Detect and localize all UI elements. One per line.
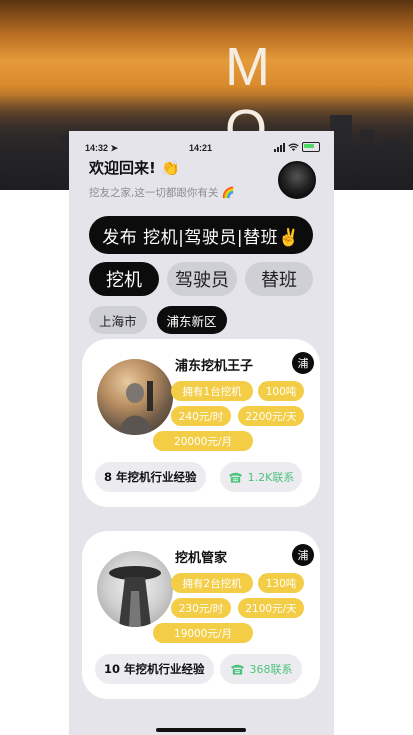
tag-monthly-rate: 20000元/月 (153, 431, 253, 451)
wifi-icon (288, 143, 299, 151)
home-indicator (156, 728, 246, 732)
tab-substitute[interactable]: 替班 (245, 262, 313, 296)
tag-tonnage: 130吨 (258, 573, 304, 593)
tag-daily-rate: 2200元/天 (238, 406, 304, 426)
operator-photo (97, 359, 173, 435)
phone-screen: 14:32 ➤ 14:21 欢迎回来! 👏 挖友之家,这一切都跟你有关 🌈 发布… (69, 131, 334, 735)
tag-hourly-rate: 240元/时 (171, 406, 231, 426)
location-tabs: 上海市 浦东新区 (89, 306, 227, 334)
contact-count: 368联系 (249, 663, 293, 676)
tab-excavator[interactable]: 挖机 (89, 262, 159, 296)
operator-card[interactable]: 挖机管家 浦 拥有2台挖机 130吨 230元/时 2100元/天 19000元… (82, 531, 320, 699)
location-city[interactable]: 上海市 (89, 306, 147, 334)
battery-icon (302, 142, 320, 152)
tag-hourly-rate: 230元/时 (171, 598, 231, 618)
experience-badge: 10 年挖机行业经验 (95, 654, 214, 684)
tag-machines: 拥有1台挖机 (171, 381, 253, 401)
status-time-center: 14:21 (189, 143, 213, 153)
status-time-left: 14:32 (85, 143, 109, 153)
contact-button[interactable]: 368联系 (220, 654, 302, 684)
operator-card[interactable]: 浦东挖机王子 浦 拥有1台挖机 100吨 240元/时 2200元/天 2000… (82, 339, 320, 507)
status-bar: 14:32 ➤ 14:21 (69, 141, 334, 157)
tag-machines: 拥有2台挖机 (171, 573, 253, 593)
tag-monthly-rate: 19000元/月 (153, 623, 253, 643)
region-badge: 浦 (292, 352, 314, 374)
experience-badge: 8 年挖机行业经验 (95, 462, 206, 492)
publish-button[interactable]: 发布 挖机|驾驶员|替班✌️ (89, 216, 313, 254)
tag-tonnage: 100吨 (258, 381, 304, 401)
contact-button[interactable]: 1.2K联系 (220, 462, 302, 492)
operator-photo (97, 551, 173, 627)
contact-count: 1.2K联系 (247, 471, 295, 484)
location-arrow-icon: ➤ (110, 143, 119, 153)
category-tabs: 挖机 驾驶员 替班 (89, 262, 313, 296)
phone-icon (228, 472, 242, 483)
region-badge: 浦 (292, 544, 314, 566)
location-district[interactable]: 浦东新区 (156, 306, 227, 334)
user-avatar[interactable] (278, 161, 316, 199)
operator-name: 浦东挖机王子 (175, 359, 254, 374)
tag-daily-rate: 2100元/天 (238, 598, 304, 618)
tab-driver[interactable]: 驾驶员 (167, 262, 237, 296)
operator-name: 挖机管家 (175, 551, 228, 566)
signal-icon (274, 142, 285, 152)
welcome-subtitle: 挖友之家,这一切都跟你有关 🌈 (89, 187, 235, 199)
welcome-title: 欢迎回来! 👏 (89, 159, 180, 177)
phone-icon (230, 664, 244, 675)
